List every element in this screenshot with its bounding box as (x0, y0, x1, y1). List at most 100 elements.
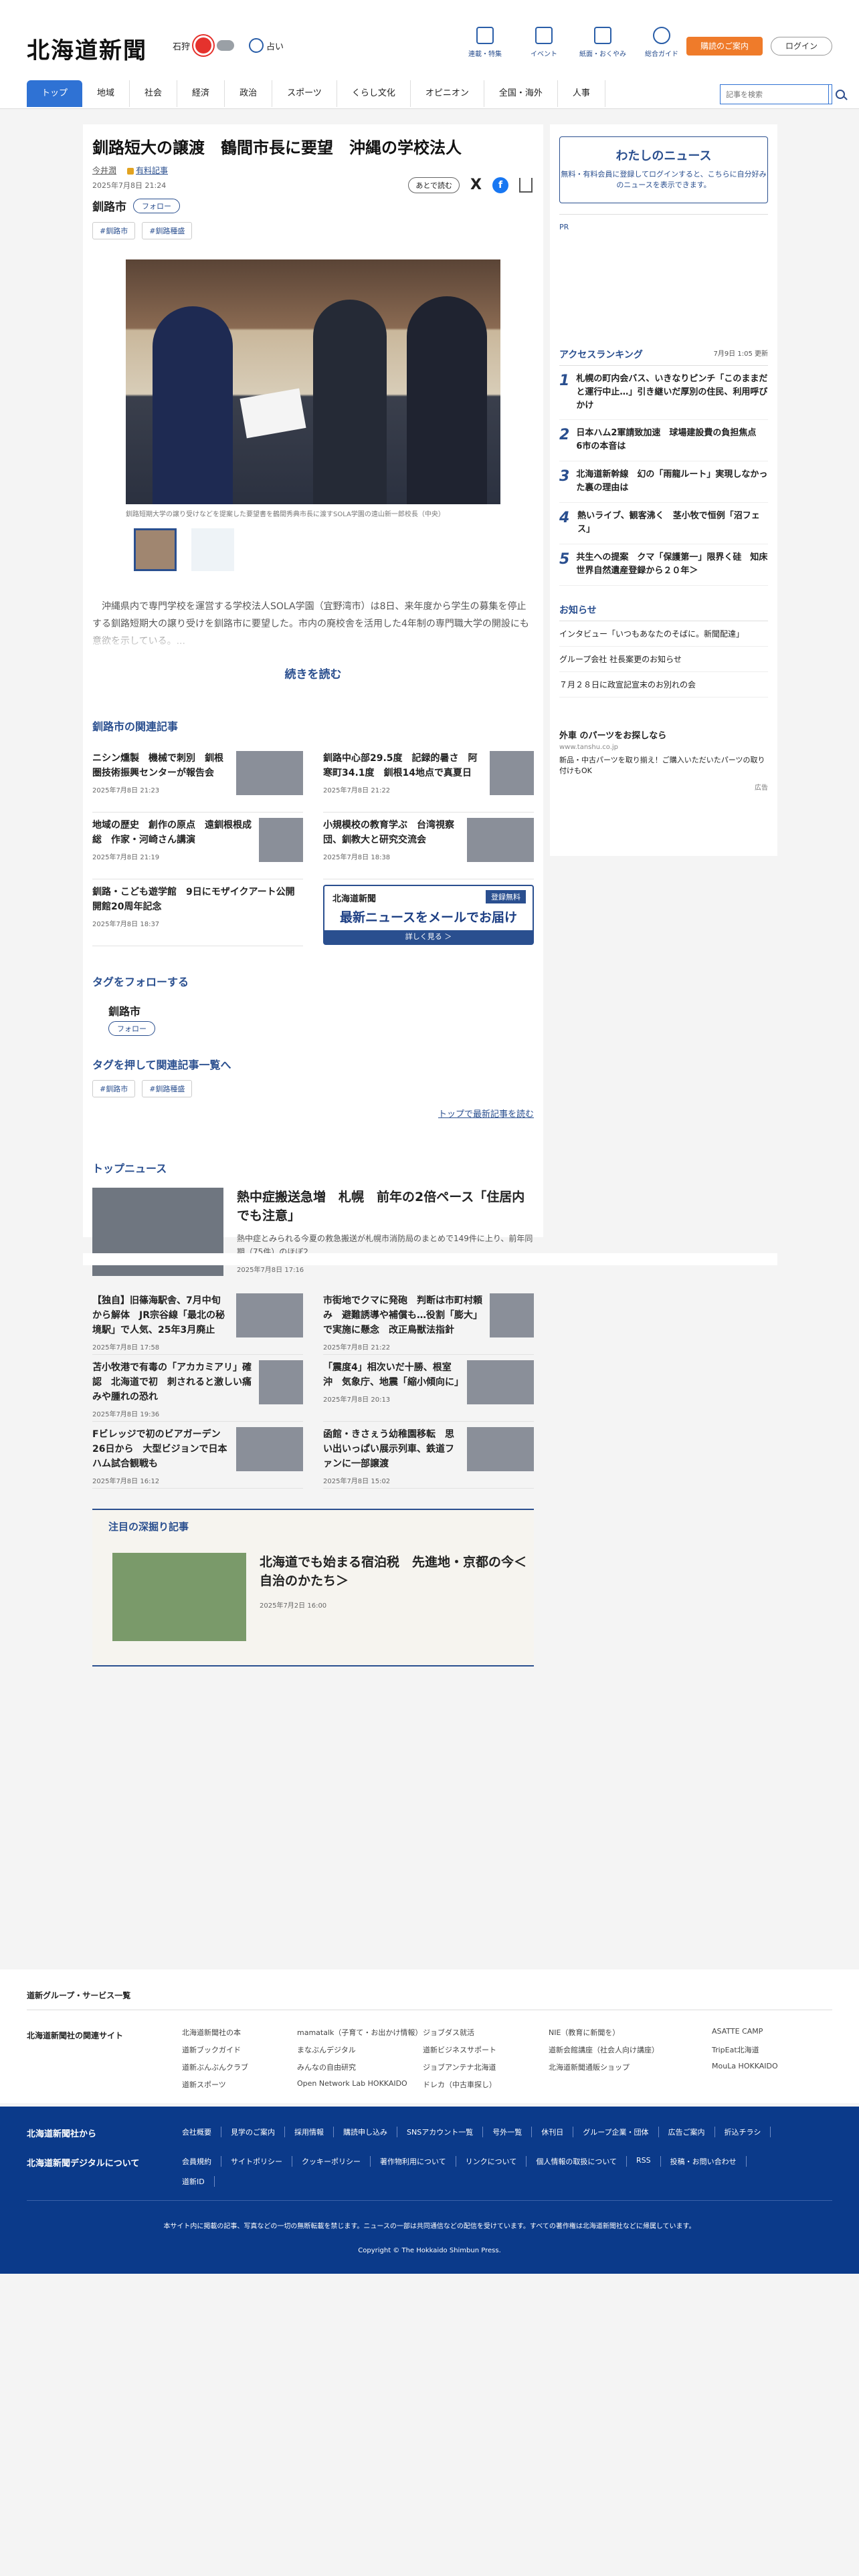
list-item[interactable]: 釧路中心部29.5度 記録的暑さ 阿寒町34.1度 釧根14地点で真夏日 2025… (323, 746, 534, 813)
footer-link[interactable]: RSS (636, 2156, 661, 2167)
weather-widget[interactable]: 石狩 占い (173, 37, 284, 53)
footer-link[interactable]: 折込チラシ (725, 2127, 771, 2137)
read-more-button[interactable]: 続きを読む (92, 665, 534, 681)
list-item[interactable]: ニシン燻製 機械で刺別 釧根圏技術振興センターが報告会 2025年7月8日 21:… (92, 746, 303, 813)
footer-link[interactable]: グループ企業・団体 (583, 2127, 659, 2137)
gnav-sports[interactable]: スポーツ (272, 80, 337, 107)
footer-link[interactable]: リンクについて (466, 2156, 527, 2167)
related-site-link[interactable]: ジョブダス就活 (423, 2027, 549, 2038)
related-site-link[interactable]: まなぶんデジタル (297, 2044, 423, 2055)
nav-series[interactable]: 連載・特集 (462, 27, 508, 58)
ranking-item[interactable]: 4 熱いライブ、観客沸く 茎小牧で恒例「沼フェス」 (559, 503, 768, 544)
footer-link[interactable]: 道新ID (182, 2176, 215, 2187)
gnav-opinion[interactable]: オピニオン (411, 80, 484, 107)
footer-link[interactable]: 採用情報 (294, 2127, 334, 2137)
deep-dive-feature[interactable]: 注目の深掘り記事 北海道でも始まる宿泊税 先進地・京都の今＜自治のかたち＞ 20… (92, 1509, 534, 1667)
follow-button[interactable]: フォロー (133, 198, 180, 213)
gnav-politics[interactable]: 政治 (225, 80, 273, 107)
tag-item[interactable]: #釧路種盛 (142, 1080, 193, 1097)
nav-guide[interactable]: 総合ガイド (638, 27, 685, 58)
ranking-item[interactable]: 2 日本ハム2軍請致加速 球場建設費の負担焦点 6市の本音は (559, 420, 768, 461)
related-site-link[interactable]: 道新ブックガイド (182, 2044, 297, 2055)
footer-link[interactable]: 投稿・お問い合わせ (670, 2156, 747, 2167)
read-later-button[interactable]: あとで読む (408, 177, 460, 193)
footer-link[interactable]: クッキーポリシー (302, 2156, 371, 2167)
gnav-region[interactable]: 地域 (82, 80, 130, 107)
related-site-link[interactable]: ドレカ（中古車探し） (423, 2079, 549, 2090)
related-site-link[interactable]: MouLa HOKKAIDO (712, 2062, 799, 2072)
list-item[interactable]: 【独自】旧篠海駅舎、7月中旬から解体 JR宗谷線「最北の秘境駅」で人気、25年3… (92, 1288, 303, 1355)
related-site-link[interactable]: NIE（教育に新聞を） (549, 2027, 712, 2038)
tag-item[interactable]: #釧路市 (92, 1080, 136, 1097)
notice-item[interactable]: インタビュー「いつもあなたのそばに。新聞配達」 (559, 621, 768, 647)
list-item[interactable]: 市街地でクマに発砲 判断は市町村頼み 避難誘導や補償も…役割「膨大」で実施に懸念… (323, 1288, 534, 1355)
gnav-economy[interactable]: 経済 (177, 80, 225, 107)
top-latest-link[interactable]: トップで最新記事を読む (92, 1107, 534, 1119)
related-site-link[interactable]: 道新ビジネスサポート (423, 2044, 549, 2055)
author-name[interactable]: 今井潤 (92, 165, 116, 176)
footer-link[interactable]: 広告ご案内 (668, 2127, 715, 2137)
footer-link[interactable]: 会社概要 (182, 2127, 221, 2137)
subscribe-button[interactable]: 購読のご案内 (686, 37, 763, 56)
list-item[interactable]: 函館・きさぇう幼稚園移転 思い出いっぱい展示列車、鉄道ファンに一部譲渡 2025年… (323, 1422, 534, 1489)
footer-link[interactable]: 見学のご案内 (231, 2127, 285, 2137)
gnav-personnel[interactable]: 人事 (558, 80, 605, 107)
related-site-link[interactable]: 道新ぶんぶんクラブ (182, 2062, 297, 2072)
footer-link[interactable]: 休刊日 (541, 2127, 574, 2137)
footer-link[interactable]: サイトポリシー (231, 2156, 292, 2167)
list-item[interactable]: 小規模校の教育学ぶ 台湾視察団、釧教大と研究交流会 2025年7月8日 18:38 (323, 813, 534, 879)
list-item[interactable]: 苫小牧港で有毒の「アカカミアリ」確認 北海道で初 刺されると激しい痛みや腫れの恐… (92, 1355, 303, 1422)
gnav-top[interactable]: トップ (27, 80, 83, 107)
site-logo[interactable]: 北海道新聞 (27, 32, 147, 65)
facebook-share-icon[interactable]: f (492, 177, 508, 193)
ranking-title[interactable]: アクセスランキング (559, 348, 643, 361)
tag-item[interactable]: #釧路種盛 (142, 222, 193, 239)
related-site-link[interactable]: 道新会館講座（社会人向け講座） (549, 2044, 712, 2055)
thumbnail-1[interactable] (134, 528, 177, 571)
list-item[interactable]: 地域の歴史 創作の原点 遠釧根根成総 作家・河崎さん講演 2025年7月8日 21… (92, 813, 303, 879)
gnav-world[interactable]: 全国・海外 (484, 80, 558, 107)
notice-item[interactable]: グループ会社 社長案更のお知らせ (559, 647, 768, 672)
related-site-link[interactable]: 北海道新聞通販ショップ (549, 2062, 712, 2072)
fortune-link[interactable]: 占い (249, 38, 284, 53)
footer-link[interactable]: 個人情報の取扱について (536, 2156, 628, 2167)
nav-paper[interactable]: 紙面・おくやみ (579, 27, 626, 58)
tag-follow-button[interactable]: フォロー (108, 1021, 155, 1036)
my-news-box[interactable]: わたしのニュース 無料・有料会員に登録してログインすると、こちらに自分好みのニュ… (559, 136, 768, 203)
footer-link[interactable]: 購読申し込み (343, 2127, 397, 2137)
related-site-link[interactable]: ジョブアンテナ北海道 (423, 2062, 549, 2072)
related-site-link[interactable]: 道新スポーツ (182, 2079, 297, 2090)
footer-link[interactable]: 著作物利用について (380, 2156, 456, 2167)
related-site-link[interactable]: ASATTE CAMP (712, 2027, 799, 2038)
gnav-culture[interactable]: くらし文化 (337, 80, 411, 107)
notice-title[interactable]: お知らせ (559, 603, 768, 621)
paid-badge[interactable]: 有料記事 (127, 165, 168, 176)
group-services-link[interactable]: 道新グループ・サービス一覧 (27, 1990, 130, 2001)
footer-link[interactable]: 号外一覧 (492, 2127, 533, 2137)
related-site-link[interactable]: みんなの自由研究 (297, 2062, 423, 2072)
ranking-item[interactable]: 3 北海道新幹線 幻の「雨龍ルート」実現しなかった裏の理由は (559, 461, 768, 503)
related-site-link[interactable]: 北海道新聞社の本 (182, 2027, 297, 2038)
x-share-icon[interactable]: X (470, 177, 482, 193)
ranking-item[interactable]: 1 札幌の町内会バス、いきなりピンチ「このままだと運行中止…」引き継いだ厚別の住民… (559, 366, 768, 420)
list-item[interactable]: Fビレッジで初のビアガーデン 26日から 大型ビジョンで日本ハム試合観戦も 202… (92, 1422, 303, 1489)
article-photo[interactable] (126, 259, 500, 504)
list-item[interactable]: 「震度4」相次いだ十勝、根室沖 気象庁、地震「縮小傾向に」 2025年7月8日 2… (323, 1355, 534, 1422)
newsletter-banner[interactable]: 北海道新聞 登録無料 最新ニュースをメールでお届け 詳しく見る ＞ (323, 885, 534, 945)
related-site-link[interactable]: mamatalk（子育て・お出かけ情報） (297, 2027, 423, 2038)
ranking-item[interactable]: 5 共生への提案 クマ「保護第一」限界く硅 知床 世界自然遺産登録から２０年＞ (559, 544, 776, 586)
share-icon[interactable] (519, 177, 533, 193)
gnav-society[interactable]: 社会 (130, 80, 178, 107)
sidebar-ad[interactable]: 外車 のパーツをお探しなら www.tanshu.co.jp 新品・中古パーツを… (559, 728, 768, 792)
search-icon[interactable] (828, 85, 845, 104)
footer-link[interactable]: SNSアカウント一覧 (407, 2127, 484, 2137)
tag-item[interactable]: #釧路市 (92, 222, 136, 239)
related-site-link[interactable]: TripEat北海道 (712, 2044, 799, 2055)
list-item[interactable]: 釧路・こども遊学館 9日にモザイクアート公開 開館20周年記念 2025年7月8日… (92, 879, 304, 946)
search-input[interactable] (721, 85, 828, 104)
footer-link[interactable]: 会員規約 (182, 2156, 221, 2167)
notice-item[interactable]: ７月２８日に政宣記宣末のお別れの会 (559, 672, 768, 697)
login-button[interactable]: ログイン (771, 37, 832, 56)
nav-events[interactable]: イベント (520, 27, 567, 58)
related-site-link[interactable]: Open Network Lab HOKKAIDO (297, 2079, 423, 2090)
